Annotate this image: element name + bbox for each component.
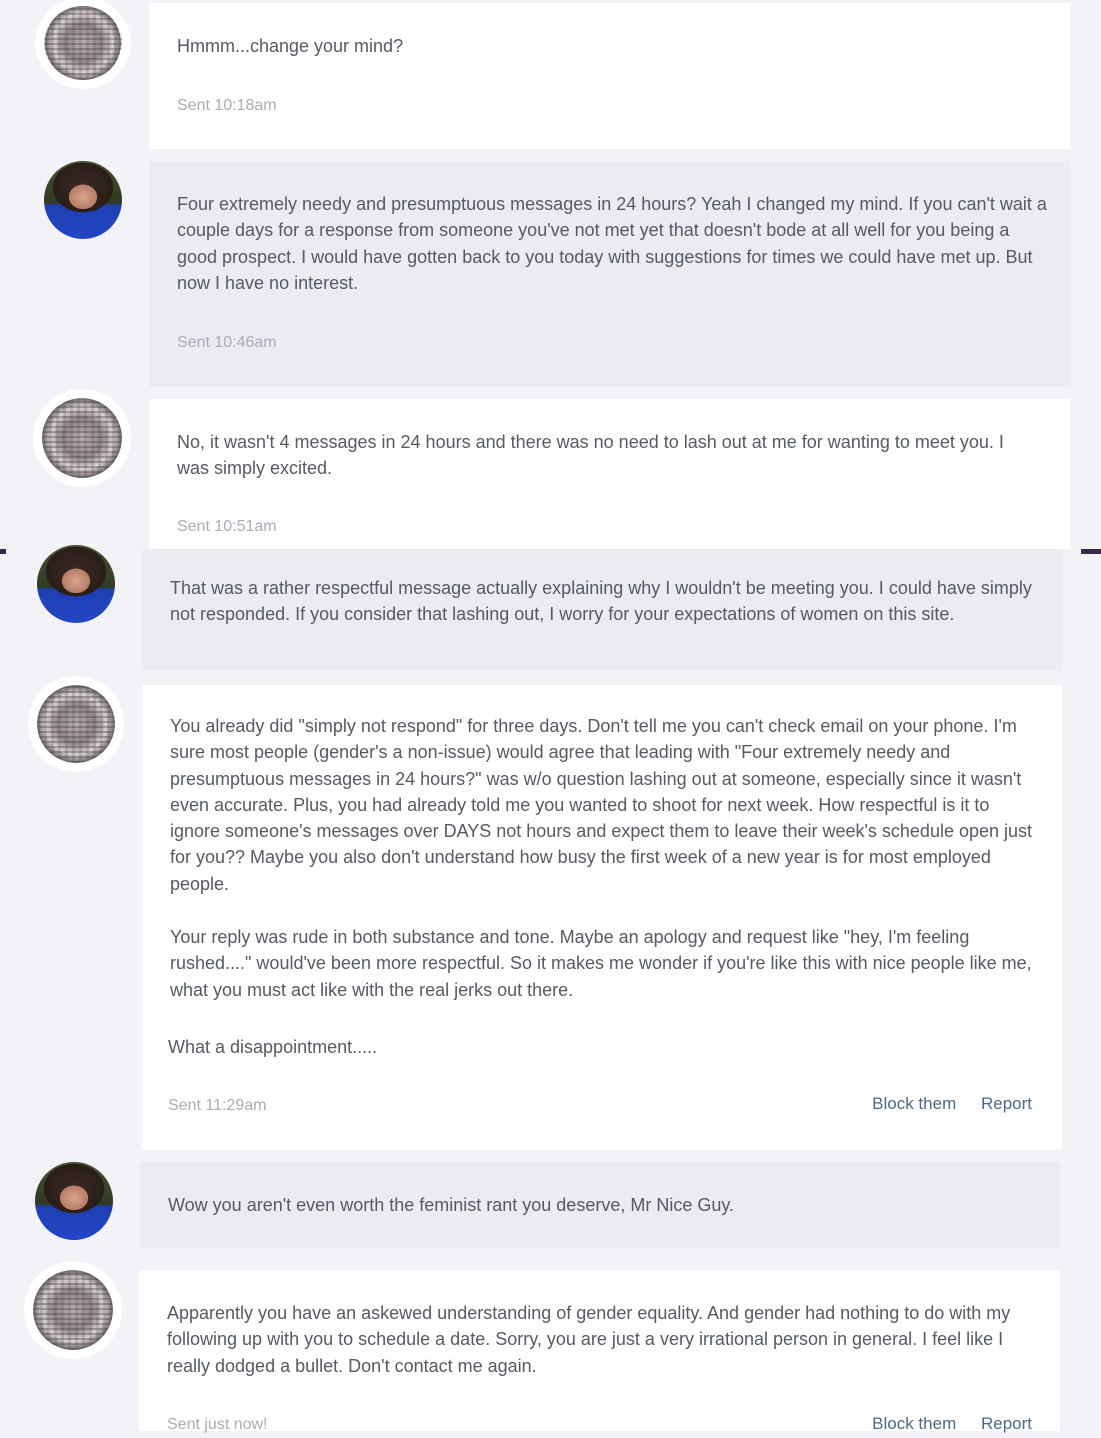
report-link[interactable]: Report — [981, 1414, 1032, 1433]
block-them-link[interactable]: Block them — [872, 1094, 956, 1113]
message-bubble: Apparently you have an askewed understan… — [139, 1270, 1060, 1433]
my-avatar[interactable] — [37, 545, 115, 623]
message-text: Hmmm...change your mind? — [177, 36, 404, 56]
sent-time: Sent 10:51am — [177, 518, 277, 535]
message-bubble: That was a rather respectful message act… — [142, 549, 1062, 671]
message-thread: Hmmm...change your mind? Sent 10:18am Fo… — [0, 0, 1101, 1433]
sent-time: Sent just now! — [167, 1416, 268, 1433]
message-actions: Block them Report — [852, 1411, 1032, 1437]
screenshot-seam — [1081, 549, 1101, 554]
message-paragraph: Your reply was rude in both substance an… — [170, 927, 1032, 1000]
my-avatar[interactable] — [35, 1162, 113, 1240]
message-text: Wow you aren't even worth the feminist r… — [168, 1195, 735, 1215]
sender-avatar[interactable] — [37, 685, 115, 763]
message-text: No, it wasn't 4 messages in 24 hours and… — [177, 432, 1004, 479]
message-bubble: You already did "simply not respond" for… — [142, 685, 1062, 1150]
screenshot-seam — [0, 549, 6, 554]
sender-avatar[interactable] — [33, 1270, 113, 1350]
message-text: That was a rather respectful message act… — [170, 578, 1032, 625]
message-paragraph: What a disappointment..... — [168, 1037, 378, 1057]
message-bubble: No, it wasn't 4 messages in 24 hours and… — [149, 399, 1070, 549]
message-actions: Block them Report — [852, 1091, 1032, 1117]
sender-avatar[interactable] — [42, 398, 122, 478]
message-text: Apparently you have an askewed understan… — [167, 1303, 1011, 1376]
message-text: Four extremely needy and presumptuous me… — [177, 194, 1047, 293]
block-them-link[interactable]: Block them — [872, 1414, 956, 1433]
sender-avatar[interactable] — [44, 6, 122, 80]
my-avatar[interactable] — [44, 161, 122, 239]
message-paragraph: You already did "simply not respond" for… — [170, 716, 1033, 894]
report-link[interactable]: Report — [981, 1094, 1032, 1113]
message-bubble: Four extremely needy and presumptuous me… — [149, 161, 1070, 387]
sent-time: Sent 10:46am — [177, 334, 277, 351]
sent-time: Sent 11:29am — [168, 1097, 267, 1114]
sent-time: Sent 10:18am — [177, 97, 277, 114]
message-bubble: Hmmm...change your mind? Sent 10:18am — [149, 3, 1070, 149]
message-bubble: Wow you aren't even worth the feminist r… — [140, 1162, 1060, 1248]
